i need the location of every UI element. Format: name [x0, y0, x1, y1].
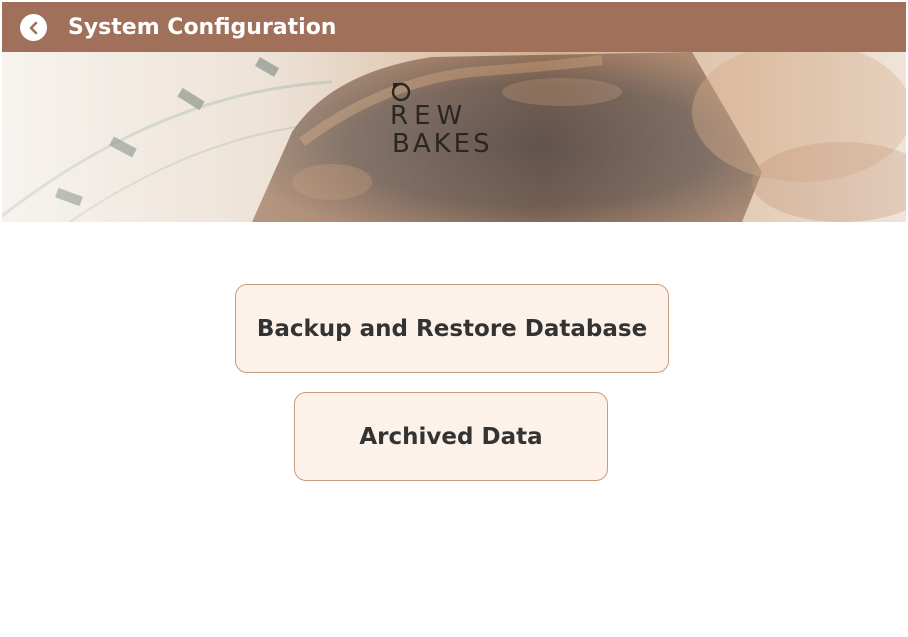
logo-d-mark-icon [391, 82, 411, 102]
archived-data-button[interactable]: Archived Data [294, 392, 608, 481]
header-banner-image: REW BAKES [2, 52, 906, 222]
chevron-left-icon [29, 21, 37, 34]
backup-restore-database-button[interactable]: Backup and Restore Database [235, 284, 669, 373]
logo-text-line1: REW [390, 101, 469, 131]
page-title: System Configuration [68, 15, 337, 40]
drew-bakes-logo: REW BAKES [390, 80, 530, 158]
title-bar: System Configuration [2, 2, 906, 52]
back-button[interactable] [20, 14, 47, 41]
logo-text-line2: BAKES [392, 129, 493, 159]
